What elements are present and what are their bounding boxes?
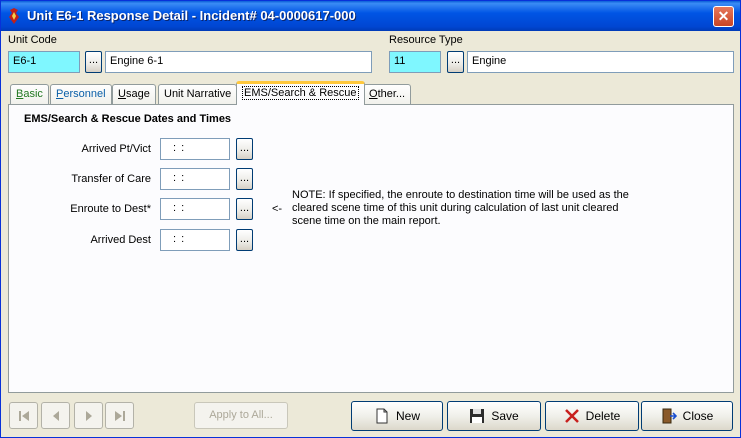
response-detail-window: Unit E6-1 Response Detail - Incident# 04… [0,0,741,438]
section-title: EMS/Search & Rescue Dates and Times [24,113,232,125]
new-button[interactable]: New [351,401,443,431]
enroute-to-dest-picker-button[interactable]: ... [236,198,253,220]
tab-unit-narrative[interactable]: Unit Narrative [158,84,238,104]
tab-personnel[interactable]: Personnel [50,84,112,104]
tab-ems-search-rescue[interactable]: EMS/Search & Rescue [236,81,365,105]
tab-other[interactable]: Other... [363,84,412,104]
tab-other-label: ther... [377,88,406,100]
next-record-button[interactable] [74,402,103,429]
transfer-of-care-time-field[interactable]: : : [160,168,230,190]
note-arrow: <- [272,203,283,215]
last-record-icon [114,411,125,421]
next-record-icon [85,411,92,421]
enroute-to-dest-label: Enroute to Dest* [70,203,151,215]
new-document-icon [376,408,388,424]
previous-record-icon [52,411,59,421]
delete-x-icon [564,409,579,423]
enroute-to-dest-time-field[interactable]: : : [160,198,230,220]
close-icon: ✕ [717,8,730,24]
save-button-label: Save [491,409,519,423]
tab-other-mnemonic: O [369,88,378,100]
close-window-button[interactable]: ✕ [713,6,734,27]
delete-button-label: Delete [585,409,621,423]
transfer-of-care-label: Transfer of Care [71,173,151,185]
resource-type-code-field[interactable]: 11 [389,51,441,73]
app-icon [9,8,19,24]
tab-basic[interactable]: Basic [10,84,49,104]
arrived-dest-label: Arrived Dest [90,234,151,246]
arrived-pt-vict-label: Arrived Pt/Vict [81,143,152,155]
close-button-label: Close [682,409,714,423]
title-bar[interactable]: Unit E6-1 Response Detail - Incident# 04… [1,1,740,31]
tab-unit-narrative-label: Unit Narrative [164,88,232,100]
arrived-dest-time-field[interactable]: : : [160,229,230,251]
first-record-button[interactable] [9,402,38,429]
unit-name-field[interactable]: Engine 6-1 [105,51,372,73]
arrived-dest-picker-button[interactable]: ... [236,229,253,251]
save-disk-icon [470,409,485,423]
tab-personnel-label: ersonnel [63,88,106,100]
unit-code-label: Unit Code [8,34,57,46]
save-button[interactable]: Save [447,401,541,431]
last-record-button[interactable] [105,402,134,429]
new-button-label: New [395,409,420,423]
unit-code-field[interactable]: E6-1 [8,51,80,73]
window-title: Unit E6-1 Response Detail - Incident# 04… [27,8,356,23]
tab-basic-label: asic [23,88,43,100]
previous-record-button[interactable] [41,402,70,429]
close-button[interactable]: Close [641,401,733,431]
tab-usage-label: sage [125,88,150,100]
ems-search-rescue-panel: EMS/Search & Rescue Dates and Times Arri… [8,104,734,393]
exit-door-icon [662,408,677,424]
transfer-of-care-picker-button[interactable]: ... [236,168,253,190]
arrived-pt-vict-picker-button[interactable]: ... [236,138,253,160]
resource-type-name-field[interactable]: Engine [467,51,734,73]
apply-to-all-button[interactable]: Apply to All... [194,402,288,429]
arrived-pt-vict-time-field[interactable]: : : [160,138,230,160]
resource-type-label: Resource Type [389,34,463,46]
unit-code-lookup-button[interactable]: ... [85,51,102,73]
resource-type-lookup-button[interactable]: ... [447,51,464,73]
tab-ems-search-rescue-label: EMS/Search & Rescue [242,86,359,100]
enroute-note: NOTE: If specified, the enroute to desti… [292,189,629,227]
tab-usage-mnemonic: U [118,88,126,100]
tab-usage[interactable]: Usage [112,84,156,104]
delete-button[interactable]: Delete [545,401,639,431]
first-record-icon [18,411,29,421]
